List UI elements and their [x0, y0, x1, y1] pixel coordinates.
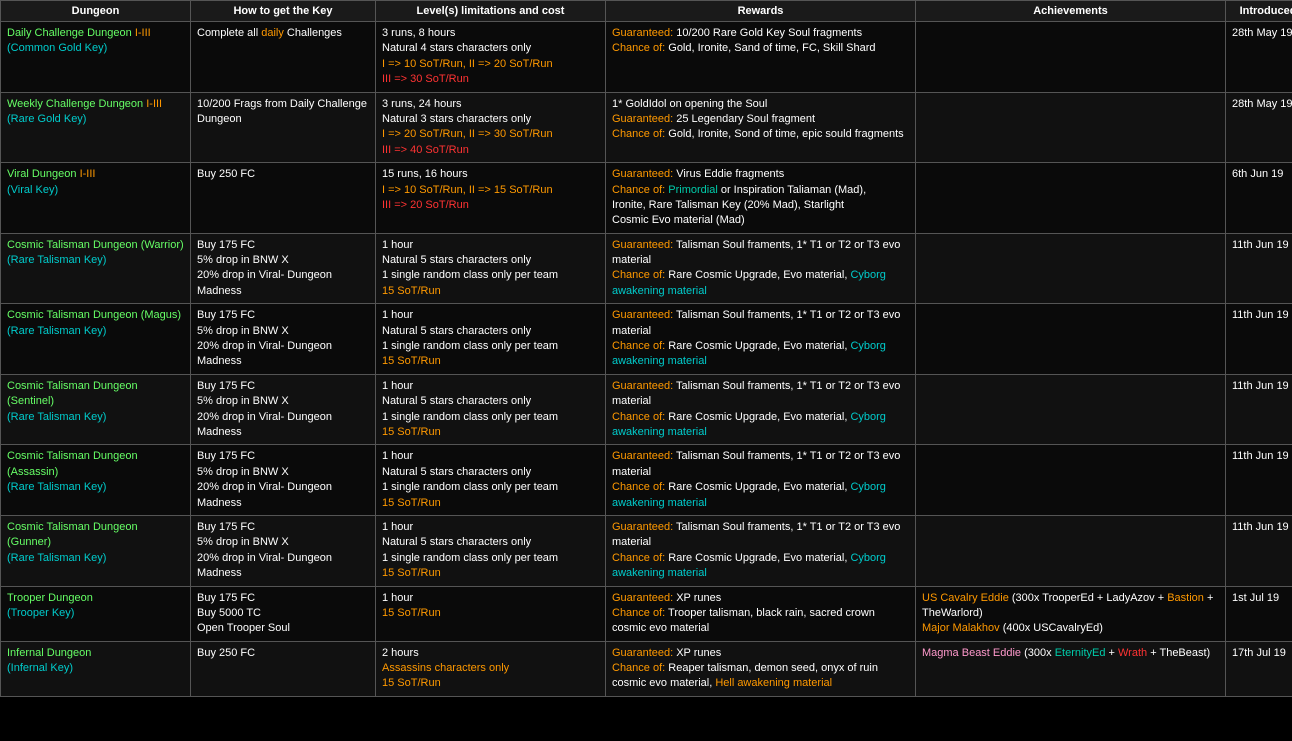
key-name: (Rare Gold Key) [7, 113, 86, 125]
header-key: How to get the Key [191, 1, 376, 22]
table-row: Cosmic Talisman Dungeon (Sentinel) (Rare… [1, 374, 1292, 445]
introduced-cell: 11th Jun 19 [1226, 374, 1292, 445]
dungeon-cell: Cosmic Talisman Dungeon (Warrior) (Rare … [1, 233, 191, 304]
header-introduced: Introduced [1226, 1, 1292, 22]
header-rewards: Rewards [606, 1, 916, 22]
rewards-cell: Guaranteed: XP runes Chance of: Trooper … [606, 586, 916, 641]
achievements-cell [916, 163, 1226, 234]
introduced-cell: 28th May 19 [1226, 22, 1292, 93]
dungeon-cell: Trooper Dungeon (Trooper Key) [1, 586, 191, 641]
level-cost-cell: 3 runs, 8 hours Natural 4 stars characte… [376, 22, 606, 93]
key-name: (Rare Talisman Key) [7, 411, 106, 423]
how-to-get-cell: Buy 175 FCBuy 5000 TCOpen Trooper Soul [191, 586, 376, 641]
dungeon-name: Cosmic Talisman Dungeon (Warrior) [7, 239, 184, 251]
dungeon-cell: Cosmic Talisman Dungeon (Sentinel) (Rare… [1, 374, 191, 445]
how-to-get-cell: Buy 250 FC [191, 641, 376, 696]
achievements-cell [916, 374, 1226, 445]
table-row: Weekly Challenge Dungeon I-III (Rare Gol… [1, 92, 1292, 163]
level-cost-cell: 3 runs, 24 hours Natural 3 stars charact… [376, 92, 606, 163]
dungeon-cell: Infernal Dungeon (Infernal Key) [1, 641, 191, 696]
dungeon-cell: Cosmic Talisman Dungeon (Assassin) (Rare… [1, 445, 191, 516]
level-cost-cell: 1 hour Natural 5 stars characters only 1… [376, 233, 606, 304]
level-cost-cell: 1 hour Natural 5 stars characters only 1… [376, 304, 606, 375]
table-row: Viral Dungeon I-III (Viral Key) Buy 250 … [1, 163, 1292, 234]
dungeon-name: Trooper Dungeon [7, 592, 93, 604]
introduced-cell: 1st Jul 19 [1226, 586, 1292, 641]
rewards-cell: Guaranteed: Virus Eddie fragments Chance… [606, 163, 916, 234]
dungeon-cell: Cosmic Talisman Dungeon (Gunner) (Rare T… [1, 515, 191, 586]
achievements-cell [916, 22, 1226, 93]
table-row: Cosmic Talisman Dungeon (Magus) (Rare Ta… [1, 304, 1292, 375]
introduced-cell: 11th Jun 19 [1226, 445, 1292, 516]
rewards-cell: Guaranteed: Talisman Soul framents, 1* T… [606, 515, 916, 586]
introduced-cell: 11th Jun 19 [1226, 233, 1292, 304]
rewards-cell: Guaranteed: Talisman Soul framents, 1* T… [606, 304, 916, 375]
rewards-cell: Guaranteed: Talisman Soul framents, 1* T… [606, 374, 916, 445]
how-to-get-cell: Buy 175 FC5% drop in BNW X20% drop in Vi… [191, 304, 376, 375]
key-name: (Infernal Key) [7, 662, 73, 674]
key-name: (Rare Talisman Key) [7, 552, 106, 564]
dungeon-name: Viral Dungeon I-III [7, 168, 95, 180]
level-cost-cell: 1 hour Natural 5 stars characters only 1… [376, 515, 606, 586]
dungeon-cell: Weekly Challenge Dungeon I-III (Rare Gol… [1, 92, 191, 163]
how-to-get-cell: Complete all daily Challenges [191, 22, 376, 93]
introduced-cell: 17th Jul 19 [1226, 641, 1292, 696]
dungeon-name: Cosmic Talisman Dungeon (Magus) [7, 309, 181, 321]
achievements-cell: Magma Beast Eddie (300x EternityEd + Wra… [916, 641, 1226, 696]
achievements-cell [916, 304, 1226, 375]
dungeon-name: Cosmic Talisman Dungeon (Gunner) [7, 521, 138, 548]
introduced-cell: 28th May 19 [1226, 92, 1292, 163]
key-name: (Rare Talisman Key) [7, 325, 106, 337]
achievements-cell [916, 233, 1226, 304]
key-name: (Rare Talisman Key) [7, 254, 106, 266]
introduced-cell: 6th Jun 19 [1226, 163, 1292, 234]
how-to-get-cell: Buy 175 FC5% drop in BNW X20% drop in Vi… [191, 445, 376, 516]
achievements-cell: US Cavalry Eddie (300x TrooperEd + LadyA… [916, 586, 1226, 641]
achievements-cell [916, 515, 1226, 586]
table-row: Cosmic Talisman Dungeon (Assassin) (Rare… [1, 445, 1292, 516]
header-level: Level(s) limitations and cost [376, 1, 606, 22]
how-to-get-cell: Buy 175 FC5% drop in BNW X20% drop in Vi… [191, 515, 376, 586]
dungeon-cell: Viral Dungeon I-III (Viral Key) [1, 163, 191, 234]
dungeon-name: Weekly Challenge Dungeon I-III [7, 98, 162, 110]
level-cost-cell: 2 hours Assassins characters only 15 SoT… [376, 641, 606, 696]
level-cost-cell: 15 runs, 16 hours I => 10 SoT/Run, II =>… [376, 163, 606, 234]
level-cost-cell: 1 hour Natural 5 stars characters only 1… [376, 445, 606, 516]
rewards-cell: 1* GoldIdol on opening the Soul Guarante… [606, 92, 916, 163]
introduced-cell: 11th Jun 19 [1226, 304, 1292, 375]
rewards-cell: Guaranteed: 10/200 Rare Gold Key Soul fr… [606, 22, 916, 93]
table-row: Daily Challenge Dungeon I-III (Common Go… [1, 22, 1292, 93]
rewards-cell: Guaranteed: Talisman Soul framents, 1* T… [606, 233, 916, 304]
how-to-get-cell: Buy 250 FC [191, 163, 376, 234]
rewards-cell: Guaranteed: XP runes Chance of: Reaper t… [606, 641, 916, 696]
rewards-cell: Guaranteed: Talisman Soul framents, 1* T… [606, 445, 916, 516]
dungeon-name: Cosmic Talisman Dungeon (Sentinel) [7, 380, 138, 407]
table-row: Cosmic Talisman Dungeon (Warrior) (Rare … [1, 233, 1292, 304]
key-name: (Rare Talisman Key) [7, 481, 106, 493]
dungeon-name: Cosmic Talisman Dungeon (Assassin) [7, 450, 138, 477]
introduced-cell: 11th Jun 19 [1226, 515, 1292, 586]
level-cost-cell: 1 hour 15 SoT/Run [376, 586, 606, 641]
table-row: Infernal Dungeon (Infernal Key) Buy 250 … [1, 641, 1292, 696]
key-name: (Common Gold Key) [7, 42, 107, 54]
header-dungeon: Dungeon [1, 1, 191, 22]
dungeon-cell: Daily Challenge Dungeon I-III (Common Go… [1, 22, 191, 93]
dungeon-name: Infernal Dungeon [7, 647, 91, 659]
key-name: (Viral Key) [7, 184, 58, 196]
achievements-cell [916, 445, 1226, 516]
dungeon-name: Daily Challenge Dungeon I-III [7, 27, 151, 39]
table-row: Trooper Dungeon (Trooper Key) Buy 175 FC… [1, 586, 1292, 641]
achievements-cell [916, 92, 1226, 163]
how-to-get-cell: Buy 175 FC5% drop in BNW X20% drop in Vi… [191, 233, 376, 304]
level-cost-cell: 1 hour Natural 5 stars characters only 1… [376, 374, 606, 445]
key-name: (Trooper Key) [7, 607, 74, 619]
header-achievements: Achievements [916, 1, 1226, 22]
how-to-get-cell: Buy 175 FC5% drop in BNW X20% drop in Vi… [191, 374, 376, 445]
how-to-get-cell: 10/200 Frags from Daily Challenge Dungeo… [191, 92, 376, 163]
table-row: Cosmic Talisman Dungeon (Gunner) (Rare T… [1, 515, 1292, 586]
dungeon-cell: Cosmic Talisman Dungeon (Magus) (Rare Ta… [1, 304, 191, 375]
